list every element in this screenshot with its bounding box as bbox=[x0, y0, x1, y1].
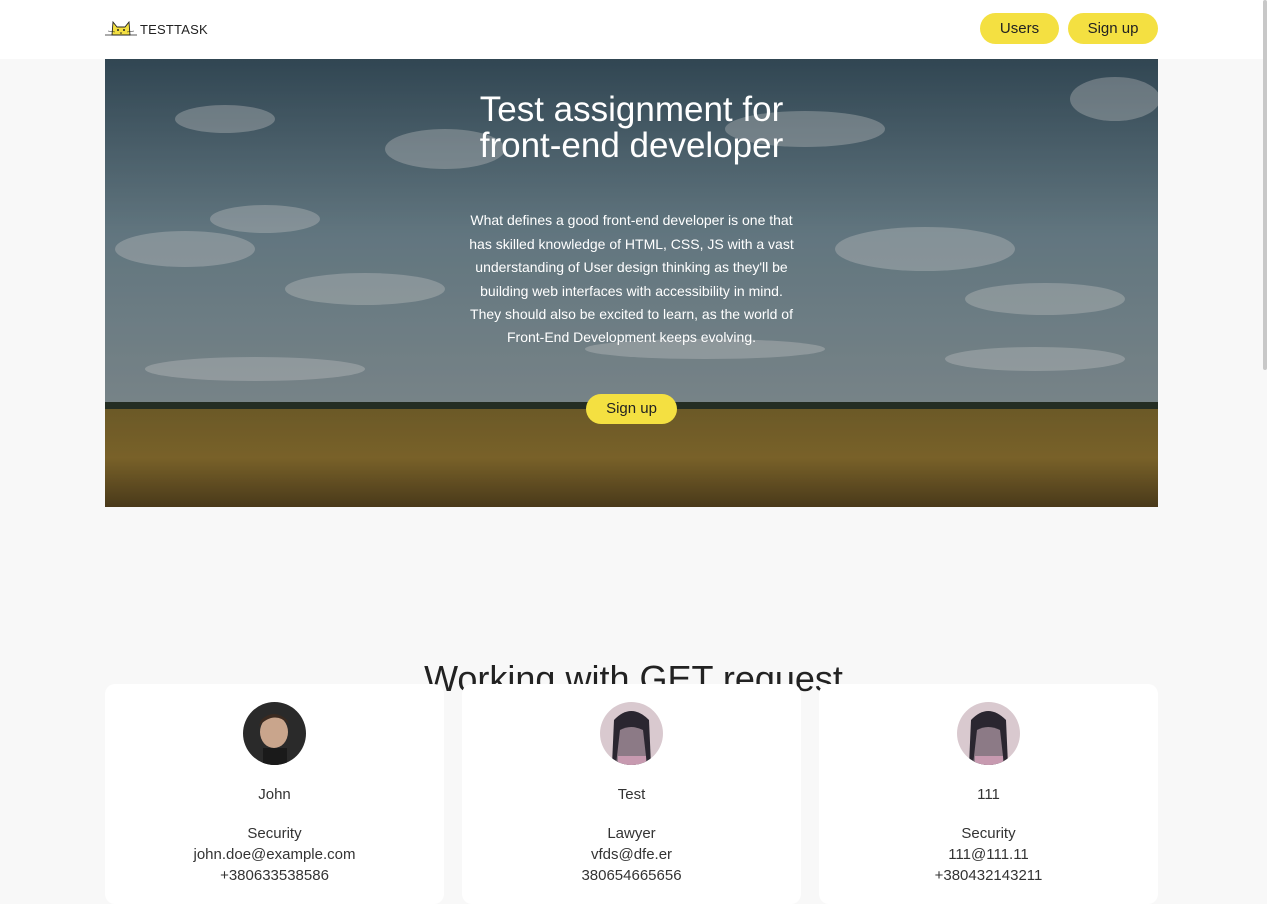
site-header: TESTTASK Users Sign up bbox=[0, 0, 1267, 59]
hero-signup-button[interactable]: Sign up bbox=[586, 393, 677, 424]
user-avatar bbox=[600, 702, 663, 765]
user-phone: +380432143211 bbox=[934, 867, 1043, 884]
logo[interactable]: TESTTASK bbox=[105, 17, 208, 41]
hero-description: What defines a good front-end developer … bbox=[469, 212, 794, 346]
user-name: Test bbox=[617, 786, 646, 803]
signup-nav-button[interactable]: Sign up bbox=[1068, 13, 1158, 44]
user-card: 111 Security 111@111.11 +380432143211 bbox=[819, 684, 1158, 904]
user-avatar bbox=[243, 702, 306, 765]
user-position: Lawyer bbox=[607, 825, 656, 842]
hero-banner: Test assignment for front-end developer … bbox=[105, 59, 1158, 507]
page-scrollbar[interactable] bbox=[1263, 0, 1267, 370]
male-avatar-photo bbox=[243, 702, 306, 765]
chair-avatar-photo bbox=[600, 702, 663, 765]
user-phone: +380633538586 bbox=[220, 867, 329, 884]
logo-text: TESTTASK bbox=[140, 21, 208, 37]
hero-title: Test assignment for front-end developer bbox=[479, 90, 784, 165]
user-card: Test Lawyer vfds@dfe.er 380654665656 bbox=[462, 684, 801, 904]
cat-logo-icon bbox=[105, 20, 137, 36]
user-name: John bbox=[258, 786, 291, 803]
user-card: John Security john.doe@example.com +3806… bbox=[105, 684, 444, 904]
user-email: vfds@dfe.er bbox=[590, 846, 673, 863]
hero-content: Test assignment for front-end developer … bbox=[105, 59, 1158, 507]
user-avatar bbox=[957, 702, 1020, 765]
user-position: Security bbox=[247, 825, 302, 842]
user-phone: 380654665656 bbox=[581, 867, 682, 884]
users-nav-button[interactable]: Users bbox=[980, 13, 1059, 44]
user-name: 111 bbox=[977, 786, 1000, 803]
chair-avatar-photo bbox=[957, 702, 1020, 765]
user-email: john.doe@example.com bbox=[193, 846, 356, 863]
user-position: Security bbox=[961, 825, 1016, 842]
user-email: 111@111.11 bbox=[948, 846, 1029, 863]
